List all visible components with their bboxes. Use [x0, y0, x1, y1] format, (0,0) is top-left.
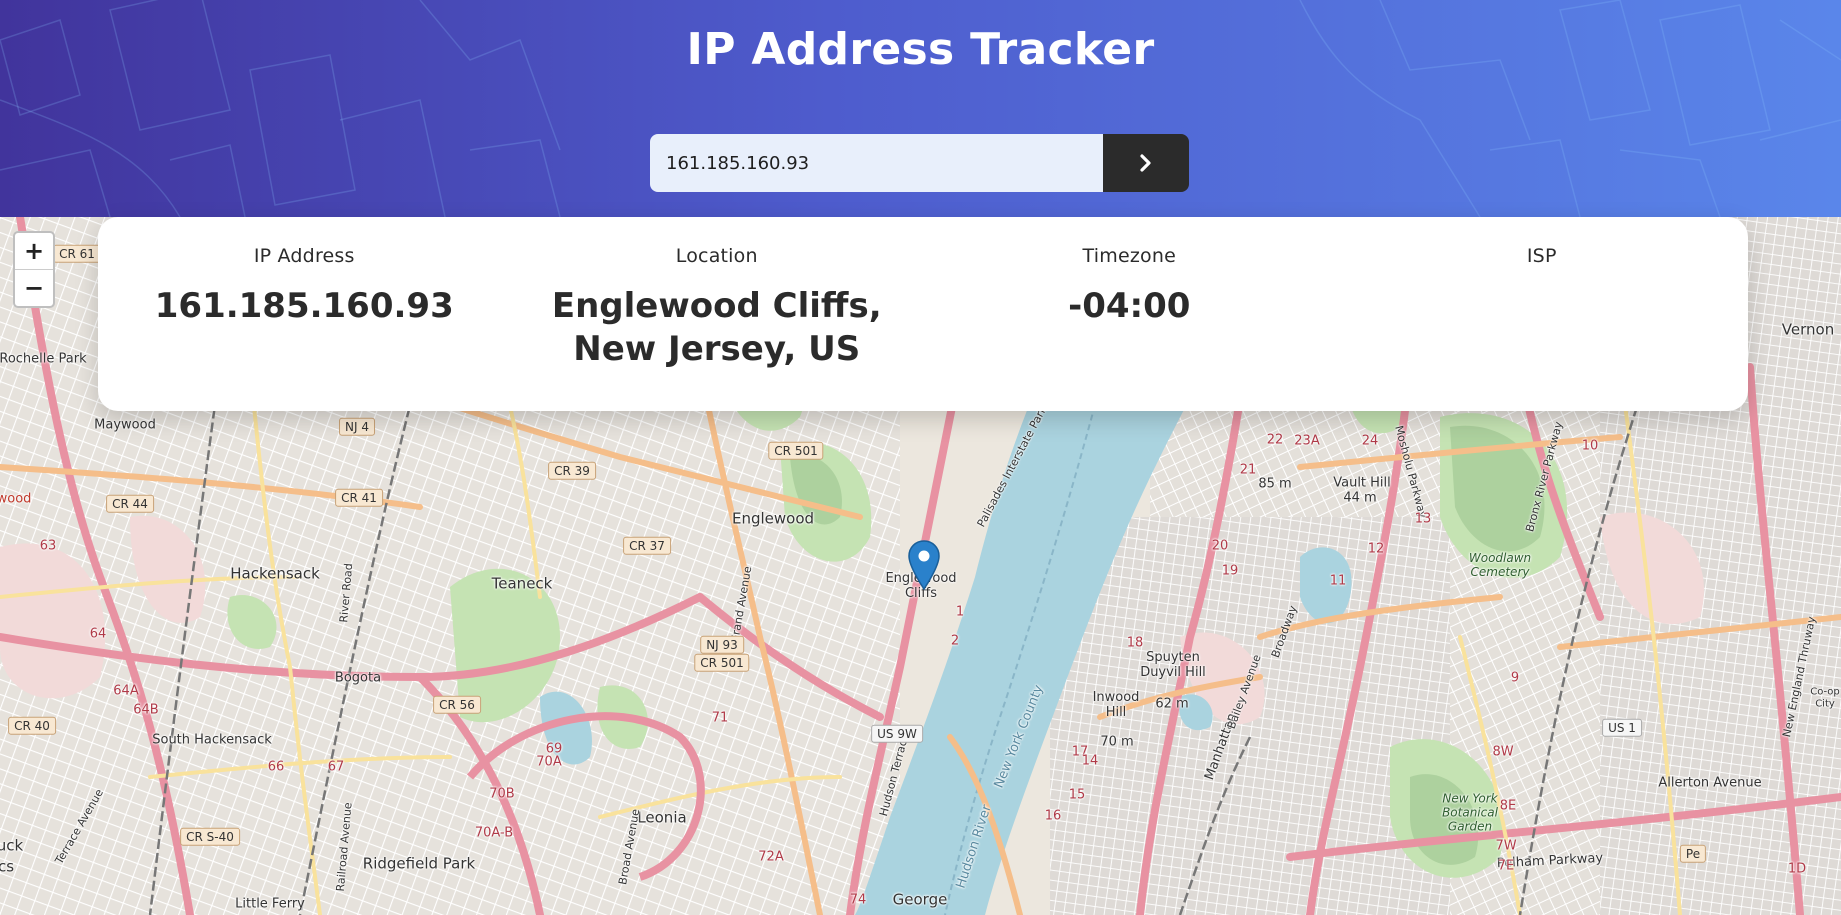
map-label-spuyten-elev: 62 m — [1155, 696, 1189, 712]
ip-address-label: IP Address — [253, 245, 355, 267]
exit-64: 64 — [89, 626, 107, 642]
map-label-vault-hill: Vault Hill — [1333, 475, 1391, 491]
map-label-woodlawn: Woodlawn Cemetery — [1468, 551, 1532, 579]
shield-cr37: CR 37 — [623, 536, 671, 556]
exit-70ab: 70A-B — [474, 825, 514, 841]
exit-8w: 8W — [1492, 744, 1514, 760]
map-label-co-op-city: Co-op City — [1810, 686, 1840, 710]
exit-13: 13 — [1414, 511, 1432, 527]
map-label-englewood: Englewood — [731, 509, 815, 528]
shield-crs40: CR S-40 — [180, 827, 240, 847]
location-label: Location — [675, 245, 758, 267]
exit-20: 20 — [1211, 538, 1229, 554]
timezone-label: Timezone — [1082, 245, 1176, 267]
shield-us1: US 1 — [1602, 718, 1642, 738]
shield-cr501a: CR 501 — [768, 441, 824, 461]
exit-70a: 70A — [536, 754, 562, 770]
map-label-george: George — [892, 890, 948, 909]
ip-address-value: 161.185.160.93 — [154, 286, 454, 326]
shield-cr61: CR 61 — [53, 244, 101, 264]
exit-24: 24 — [1361, 433, 1379, 449]
shield-cr501b: CR 501 — [694, 653, 750, 673]
exit-1: 1 — [955, 604, 965, 620]
shield-nj93: NJ 93 — [700, 635, 744, 655]
shield-cr44: CR 44 — [106, 494, 154, 514]
shield-us9w: US 9W — [871, 724, 923, 744]
map-label-ny-botanical: New York Botanical Garden — [1442, 791, 1498, 833]
timezone-value: -04:00 — [1068, 286, 1191, 326]
chevron-right-icon — [1140, 154, 1151, 172]
map-label-vernon: Vernon — [1781, 320, 1835, 339]
exit-64a: 64A — [113, 683, 139, 699]
exit-7e: 7E — [1497, 858, 1515, 874]
exit-66: 66 — [267, 759, 285, 775]
map-label-hackensack: Hackensack — [230, 564, 320, 583]
map-label-vault-hill-elev: 44 m — [1343, 490, 1377, 506]
zoom-out-button[interactable]: − — [15, 269, 53, 306]
shield-nj4: NJ 4 — [339, 417, 375, 437]
map-label-cs: cs — [0, 857, 15, 876]
location-section: Location Englewood Cliffs, New Jersey, U… — [511, 217, 924, 411]
map-label-spuyten-duyvil: Spuyten Duyvil Hill — [1140, 650, 1206, 680]
map-label-uck: uck — [0, 836, 24, 855]
map-zoom-control: + − — [13, 231, 55, 308]
exit-7w: 7W — [1495, 838, 1517, 854]
header: IP Address Tracker — [0, 0, 1841, 217]
exit-64b: 64B — [133, 702, 159, 718]
exit-14: 14 — [1081, 753, 1099, 769]
exit-19: 19 — [1221, 563, 1239, 579]
exit-10: 10 — [1581, 438, 1599, 454]
map-label-bogota: Bogota — [334, 670, 382, 686]
exit-21: 21 — [1239, 462, 1257, 478]
exit-74: 74 — [849, 892, 867, 908]
exit-8e: 8E — [1499, 798, 1517, 814]
exit-71: 71 — [711, 710, 729, 726]
exit-23a: 23A — [1294, 433, 1320, 449]
exit-1d: 1D — [1787, 861, 1807, 877]
exit-18: 18 — [1126, 635, 1144, 651]
map-label-little-ferry: Little Ferry — [235, 896, 305, 912]
exit-9: 9 — [1510, 670, 1520, 686]
map-label-inwood-elev: 70 m — [1100, 734, 1134, 750]
map-marker-icon[interactable] — [908, 540, 940, 590]
map-label-elev-85: 85 m — [1258, 476, 1292, 492]
timezone-section: Timezone -04:00 — [923, 217, 1336, 411]
search-form — [650, 134, 1189, 192]
exit-67: 67 — [327, 759, 345, 775]
map-label-ridgefield-park: Ridgefield Park — [362, 854, 476, 873]
ip-address-section: IP Address 161.185.160.93 — [98, 217, 511, 411]
exit-15: 15 — [1068, 787, 1086, 803]
map-label-south-hackensack: South Hackensack — [152, 732, 272, 748]
exit-2: 2 — [950, 633, 960, 649]
search-submit-button[interactable] — [1103, 134, 1189, 192]
map-label-rochelle-park: Rochelle Park — [0, 351, 87, 367]
shield-cr56: CR 56 — [433, 695, 481, 715]
isp-section: ISP — [1336, 217, 1749, 411]
map-label-inwood-hill: Inwood Hill — [1092, 690, 1140, 720]
ip-info-card: IP Address 161.185.160.93 Location Engle… — [98, 217, 1748, 411]
location-value: Englewood Cliffs, New Jersey, US — [551, 286, 882, 369]
zoom-in-button[interactable]: + — [15, 233, 53, 269]
exit-72a: 72A — [758, 849, 784, 865]
map-label-allerton-avenue: Allerton Avenue — [1658, 775, 1762, 791]
exit-22: 22 — [1266, 432, 1284, 448]
ip-search-input[interactable] — [650, 134, 1103, 192]
exit-11: 11 — [1329, 573, 1347, 589]
page-title: IP Address Tracker — [686, 24, 1155, 75]
shield-cr39: CR 39 — [548, 461, 596, 481]
exit-16: 16 — [1044, 808, 1062, 824]
map-label-leonia: Leonia — [637, 808, 687, 827]
exit-63: 63 — [39, 538, 57, 554]
shield-pe: Pe — [1679, 844, 1707, 864]
map-label-maywood: Maywood — [94, 417, 156, 433]
map-label-wood: wood — [0, 491, 32, 507]
shield-cr40: CR 40 — [8, 716, 56, 736]
map-label-teaneck: Teaneck — [491, 574, 553, 593]
isp-label: ISP — [1526, 245, 1557, 267]
app-root: IP Address Tracker IP Address 161.185.16… — [0, 0, 1841, 915]
exit-70b: 70B — [489, 786, 515, 802]
exit-12: 12 — [1367, 541, 1385, 557]
shield-cr41: CR 41 — [335, 488, 383, 508]
